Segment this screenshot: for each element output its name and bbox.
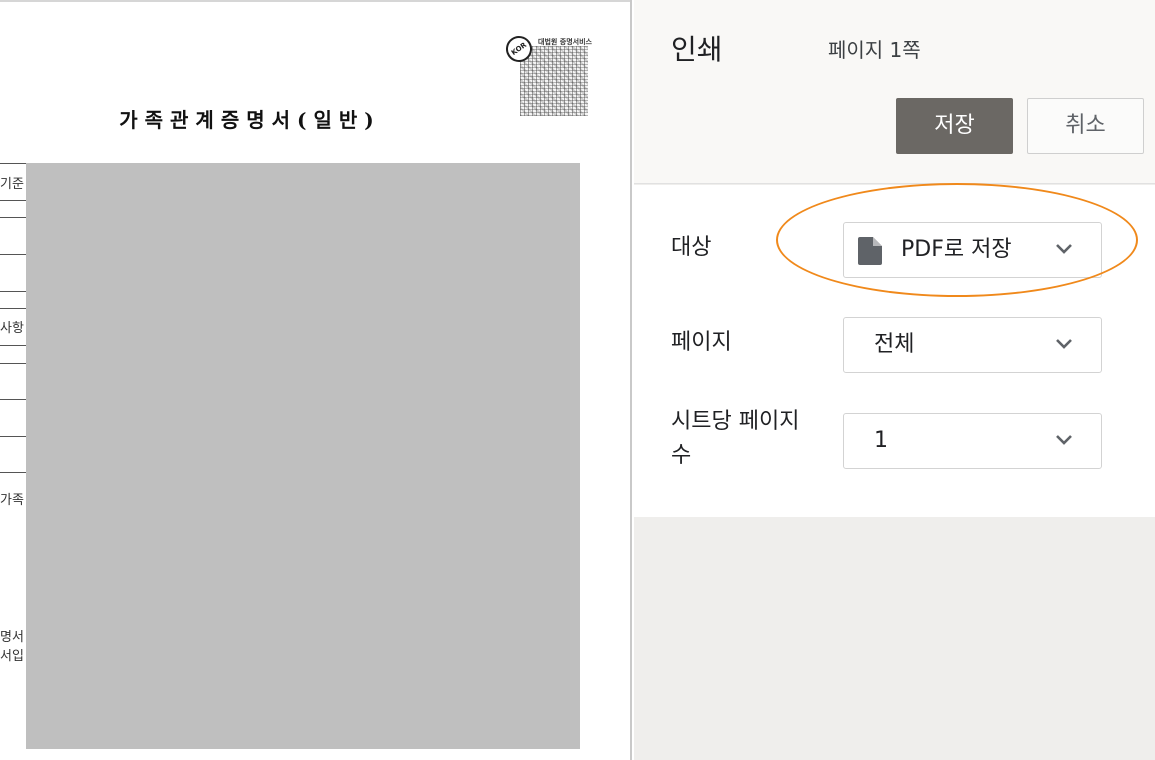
destination-value: PDF로 저장 bbox=[901, 237, 1012, 262]
cancel-button[interactable]: 취소 bbox=[1027, 98, 1144, 154]
document-icon bbox=[858, 237, 882, 265]
table-line bbox=[0, 436, 27, 437]
pages-label: 페이지 bbox=[671, 330, 732, 355]
pages-select[interactable]: 전체 bbox=[843, 317, 1102, 373]
save-button[interactable]: 저장 bbox=[896, 98, 1013, 154]
settings-list: 대상 PDF로 저장 페이지 전체 시트당 페이지 수 1 bbox=[634, 185, 1155, 517]
chevron-down-icon bbox=[1056, 435, 1072, 445]
table-line bbox=[0, 308, 27, 309]
side-label: 명서 bbox=[0, 630, 24, 645]
page-count: 페이지 1쪽 bbox=[828, 38, 921, 62]
table-line bbox=[0, 200, 27, 201]
chevron-down-icon bbox=[1056, 244, 1072, 254]
table-line bbox=[0, 345, 27, 346]
table-line bbox=[0, 363, 27, 364]
pages-per-sheet-label: 시트당 페이지 수 bbox=[671, 409, 800, 468]
side-label: 가족 bbox=[0, 493, 24, 508]
pages-value: 전체 bbox=[874, 332, 915, 357]
qr-code-image bbox=[520, 46, 588, 116]
destination-select[interactable]: PDF로 저장 bbox=[843, 222, 1102, 278]
certificate-stamp: KOR 대법원 증명서비스 bbox=[500, 30, 592, 118]
table-line bbox=[0, 472, 27, 473]
destination-label: 대상 bbox=[671, 235, 712, 260]
table-line bbox=[0, 399, 27, 400]
pages-per-sheet-value: 1 bbox=[874, 428, 888, 453]
side-label: 서입 bbox=[0, 649, 24, 664]
print-title: 인쇄 bbox=[671, 33, 723, 66]
stamp-text: 대법원 증명서비스 bbox=[538, 38, 592, 46]
table-line bbox=[0, 291, 27, 292]
table-line bbox=[0, 163, 27, 164]
table-line bbox=[0, 217, 27, 218]
preview-border bbox=[0, 0, 630, 2]
redacted-area bbox=[26, 163, 580, 749]
table-line bbox=[0, 254, 27, 255]
pages-per-sheet-select[interactable]: 1 bbox=[843, 413, 1102, 469]
chevron-down-icon bbox=[1056, 339, 1072, 349]
side-label: 기준 bbox=[0, 177, 24, 192]
print-settings-panel: 인쇄 페이지 1쪽 저장 취소 대상 PDF로 저장 페이지 전체 시트당 페이… bbox=[634, 0, 1155, 760]
print-preview: 가족관계증명서(일반) KOR 대법원 증명서비스 기준 사항 가족 명서 서입 bbox=[0, 0, 632, 760]
side-label: 사항 bbox=[0, 321, 24, 336]
panel-header: 인쇄 페이지 1쪽 저장 취소 bbox=[634, 0, 1155, 184]
document-title: 가족관계증명서(일반) bbox=[119, 108, 381, 132]
